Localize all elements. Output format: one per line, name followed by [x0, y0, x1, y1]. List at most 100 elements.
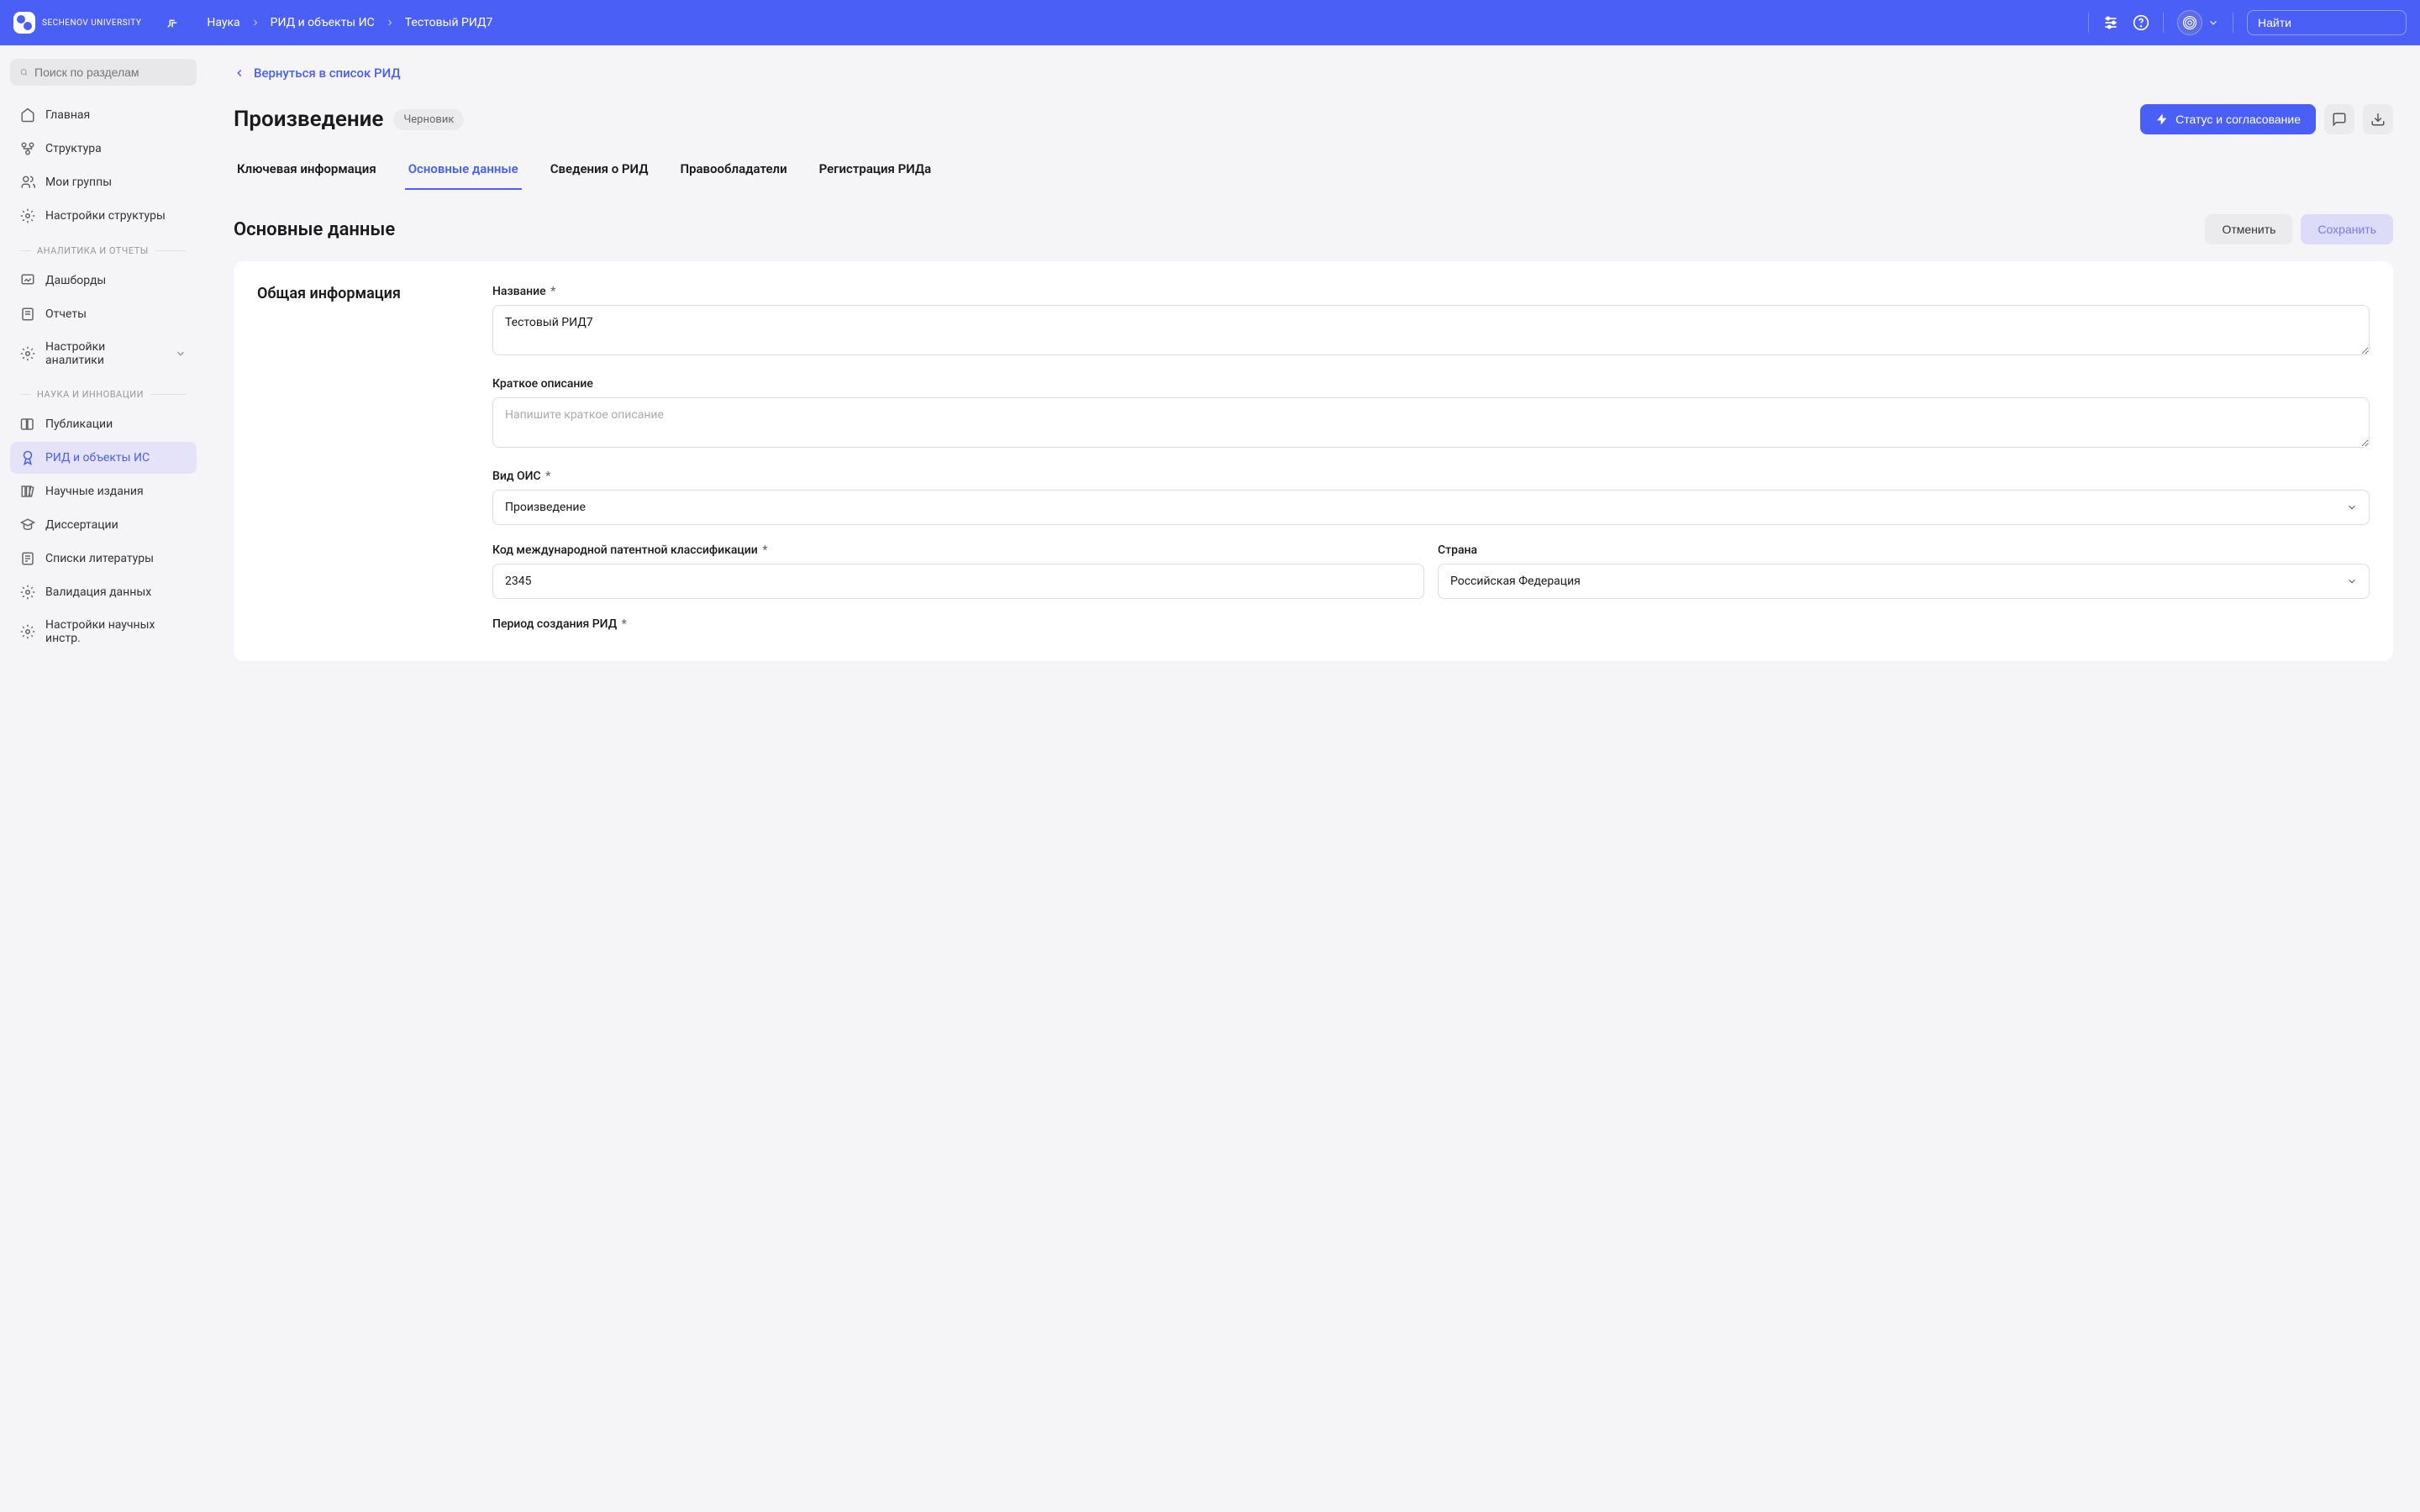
group-icon: [20, 175, 35, 190]
comment-button[interactable]: [2324, 104, 2354, 134]
sidebar-item-groups[interactable]: Мои группы: [10, 166, 197, 198]
sidebar-item-label: Публикации: [45, 417, 113, 431]
desc-input[interactable]: [492, 397, 2370, 448]
header-actions: [2088, 10, 2407, 35]
sidebar-item-label: Научные издания: [45, 485, 144, 498]
sidebar-item-label: Списки литературы: [45, 552, 154, 565]
sidebar-item-dashboards[interactable]: Дашборды: [10, 265, 197, 297]
sidebar-item-dissertations[interactable]: Диссертации: [10, 509, 197, 541]
sidebar-item-label: Настройки структуры: [45, 209, 166, 223]
name-label: Название *: [492, 285, 2370, 298]
global-search-input[interactable]: [2258, 16, 2410, 29]
chevron-right-icon: [385, 18, 395, 28]
sidebar-item-label: Структура: [45, 142, 102, 155]
section-header: Основные данные Отменить Сохранить: [234, 214, 2393, 244]
section-title: Основные данные: [234, 219, 395, 240]
form-card: Общая информация Название * Тестовый РИД…: [234, 261, 2393, 661]
sidebar-item-structure[interactable]: Структура: [10, 133, 197, 165]
book-icon: [20, 417, 35, 432]
grad-icon: [20, 517, 35, 533]
bolt-icon: [2155, 113, 2169, 126]
status-button-label: Статус и согласование: [2175, 113, 2301, 126]
sidebar-item-structure-settings[interactable]: Настройки структуры: [10, 200, 197, 232]
name-input[interactable]: Тестовый РИД7: [492, 305, 2370, 355]
code-input[interactable]: [492, 564, 1424, 599]
tab-registration[interactable]: Регистрация РИДа: [816, 155, 935, 190]
award-icon: [20, 450, 35, 465]
code-label: Код международной патентной классификаци…: [492, 543, 1424, 557]
sidebar-item-label: Диссертации: [45, 518, 118, 532]
sidebar-item-rid[interactable]: РИД и объекты ИС: [10, 442, 197, 474]
pin-icon[interactable]: [165, 15, 180, 30]
status-button[interactable]: Статус и согласование: [2140, 104, 2316, 134]
back-link[interactable]: Вернуться в список РИД: [234, 66, 401, 81]
logo[interactable]: Sechenov University: [13, 12, 141, 34]
sidebar-item-validation[interactable]: Валидация данных: [10, 576, 197, 608]
tab-main-data[interactable]: Основные данные: [405, 155, 522, 190]
divider: [2163, 13, 2164, 33]
country-select[interactable]: Российская Федерация: [1438, 564, 2370, 599]
save-button[interactable]: Сохранить: [2301, 214, 2393, 244]
chevron-down-icon: [2207, 17, 2219, 29]
chevron-left-icon: [234, 67, 245, 79]
sidebar-item-label: Отчеты: [45, 307, 87, 321]
sidebar-item-literature[interactable]: Списки литературы: [10, 543, 197, 575]
download-icon: [2370, 112, 2386, 127]
sidebar-item-label: Валидация данных: [45, 585, 151, 599]
tab-rightsholders[interactable]: Правообладатели: [676, 155, 790, 190]
sidebar-item-analytics-settings[interactable]: Настройки аналитики: [10, 332, 197, 375]
search-icon: [20, 66, 28, 79]
download-button[interactable]: [2363, 104, 2393, 134]
breadcrumb-item-0[interactable]: Наука: [207, 16, 239, 29]
status-badge: Черновик: [393, 109, 464, 130]
breadcrumb-item-2[interactable]: Тестовый РИД7: [405, 16, 493, 29]
settings-icon[interactable]: [2102, 14, 2119, 31]
sidebar-item-publications[interactable]: Публикации: [10, 408, 197, 440]
gear-icon: [20, 585, 35, 600]
sidebar-search-input[interactable]: [34, 66, 187, 79]
app-header: Sechenov University Наука РИД и объекты …: [0, 0, 2420, 45]
tab-rid-info[interactable]: Сведения о РИД: [547, 155, 652, 190]
sidebar-item-label: Мои группы: [45, 176, 112, 189]
cancel-button[interactable]: Отменить: [2205, 214, 2292, 244]
back-link-label: Вернуться в список РИД: [254, 66, 401, 81]
page-title: Произведение: [234, 107, 383, 132]
gear-icon: [20, 346, 35, 361]
global-search[interactable]: [2247, 10, 2407, 35]
chevron-down-icon: [175, 348, 187, 360]
avatar: [2177, 10, 2202, 35]
sidebar-item-reports[interactable]: Отчеты: [10, 298, 197, 330]
sidebar: Главная Структура Мои группы Настройки с…: [0, 45, 207, 681]
user-menu[interactable]: [2177, 10, 2219, 35]
sidebar-item-label: Главная: [45, 108, 90, 122]
gear-icon: [20, 208, 35, 223]
list-icon: [20, 551, 35, 566]
breadcrumb: Наука РИД и объекты ИС Тестовый РИД7: [207, 16, 492, 29]
main-content: Вернуться в список РИД Произведение Черн…: [207, 45, 2420, 681]
tab-key-info[interactable]: Ключевая информация: [234, 155, 380, 190]
sidebar-item-science-settings[interactable]: Настройки научных инстр.: [10, 610, 197, 654]
card-title: Общая информация: [257, 285, 459, 302]
sidebar-item-home[interactable]: Главная: [10, 99, 197, 131]
sidebar-item-label: Настройки научных инстр.: [45, 618, 187, 645]
sidebar-item-journals[interactable]: Научные издания: [10, 475, 197, 507]
chevron-right-icon: [250, 18, 260, 28]
sidebar-section-science: Наука и инновации: [10, 377, 197, 408]
logo-text: Sechenov University: [42, 18, 141, 28]
desc-label: Краткое описание: [492, 377, 2370, 391]
sidebar-search[interactable]: [10, 59, 197, 86]
report-icon: [20, 307, 35, 322]
sidebar-item-label: Настройки аналитики: [45, 340, 165, 367]
breadcrumb-item-1[interactable]: РИД и объекты ИС: [271, 16, 375, 29]
help-icon[interactable]: [2133, 14, 2149, 31]
sidebar-section-analytics: Аналитика и отчеты: [10, 234, 197, 265]
comment-icon: [2332, 112, 2347, 127]
type-select[interactable]: Произведение: [492, 490, 2370, 525]
logo-icon: [13, 12, 35, 34]
divider: [2088, 13, 2089, 33]
books-icon: [20, 484, 35, 499]
home-icon: [20, 108, 35, 123]
type-label: Вид ОИС *: [492, 470, 2370, 483]
gear-icon: [20, 624, 35, 639]
sidebar-item-label: Дашборды: [45, 274, 106, 287]
